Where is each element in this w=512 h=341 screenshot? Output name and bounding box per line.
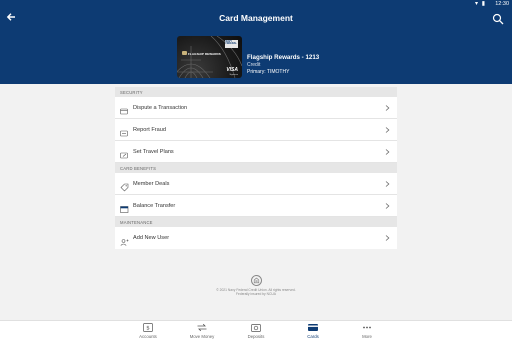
move-money-icon: [197, 323, 207, 332]
nav-more-label: More: [362, 334, 372, 339]
card-art-name: FLAGSHIP REWARDS: [188, 52, 221, 56]
nav-move-money-label: Move Money: [189, 334, 215, 339]
card-dispute-icon: [120, 103, 129, 115]
chevron-right-icon: [385, 127, 390, 133]
nav-more[interactable]: More: [347, 323, 387, 339]
nav-cards[interactable]: Cards: [293, 323, 333, 339]
search-icon[interactable]: [492, 12, 506, 26]
card-type: Credit: [247, 62, 261, 68]
section-header-security: SECURITY: [115, 87, 397, 97]
chevron-right-icon: [385, 181, 390, 187]
nav-deposits[interactable]: Deposits: [236, 323, 276, 339]
balance-transfer-label: Balance Transfer: [133, 202, 176, 209]
member-deals-icon: [120, 179, 129, 192]
chevron-right-icon: [385, 235, 390, 241]
battery-icon: ▮: [481, 1, 486, 7]
wifi-icon: ▾: [475, 1, 480, 7]
dispute-transaction-label: Dispute a Transaction: [133, 104, 188, 111]
footer: © 2021 Navy Federal Credit Union. All ri…: [0, 275, 512, 297]
add-new-user-item[interactable]: Add New User: [115, 227, 397, 249]
visa-signature-label: Signature: [229, 74, 238, 76]
svg-text:$: $: [146, 326, 150, 332]
status-bar: ▾ ▮ 12:30: [0, 0, 512, 8]
camera-icon: [251, 324, 261, 332]
nav-accounts[interactable]: $ Accounts: [128, 323, 168, 339]
ncua-text: Federally insured by NCUA: [236, 292, 276, 297]
nav-accounts-label: Accounts: [139, 334, 157, 339]
nav-move-money[interactable]: Move Money: [182, 323, 222, 339]
report-fraud-item[interactable]: Report Fraud: [115, 119, 397, 141]
card-name: Flagship Rewards - 1213: [247, 54, 320, 61]
accounts-icon: $: [143, 323, 153, 332]
member-deals-label: Member Deals: [133, 180, 170, 187]
bottom-nav: $ Accounts Move Money Deposits Cards Mor…: [0, 320, 512, 341]
equal-housing-lender-icon: [250, 275, 262, 286]
status-icons: ▾ ▮: [475, 0, 486, 7]
card-primary-holder: Primary: TIMOTHY: [247, 69, 290, 75]
set-travel-plans-item[interactable]: Set Travel Plans: [115, 141, 397, 163]
chip-icon: [182, 51, 187, 55]
chevron-right-icon: [385, 105, 390, 111]
card-brand-logo: NAVY FEDERAL: [225, 40, 238, 48]
more-icon: [363, 326, 371, 329]
chevron-right-icon: [385, 203, 390, 209]
chevron-right-icon: [385, 149, 390, 155]
set-travel-plans-label: Set Travel Plans: [133, 148, 174, 155]
card-info: Flagship Rewards - 1213 Credit Primary: …: [247, 54, 319, 76]
balance-transfer-item[interactable]: Balance Transfer: [115, 195, 397, 217]
dispute-transaction-item[interactable]: Dispute a Transaction: [115, 97, 397, 119]
member-deals-item[interactable]: Member Deals: [115, 173, 397, 195]
card-image[interactable]: NAVY FEDERAL FLAGSHIP REWARDS VISA Signa…: [177, 36, 242, 78]
nav-cards-label: Cards: [307, 334, 319, 339]
balance-transfer-icon: [120, 201, 129, 213]
card-fraud-icon: [120, 125, 129, 137]
card-travel-icon: [120, 147, 129, 159]
visa-logo: VISA: [226, 67, 238, 73]
page-title: Card Management: [219, 13, 293, 23]
add-user-icon: [120, 234, 129, 246]
card-options-panel: SECURITY Dispute a Transaction Report Fr…: [115, 87, 397, 249]
status-time: 12:30: [495, 1, 509, 7]
cards-icon: [308, 324, 318, 331]
app-bar: Card Management NAVY FEDERAL FLAGSHIP RE…: [0, 8, 512, 84]
nav-deposits-label: Deposits: [247, 334, 265, 339]
section-header-maintenance: MAINTENANCE: [115, 217, 397, 227]
report-fraud-label: Report Fraud: [133, 126, 166, 133]
section-header-card-benefits: CARD BENEFITS: [115, 163, 397, 173]
add-new-user-label: Add New User: [133, 235, 170, 241]
